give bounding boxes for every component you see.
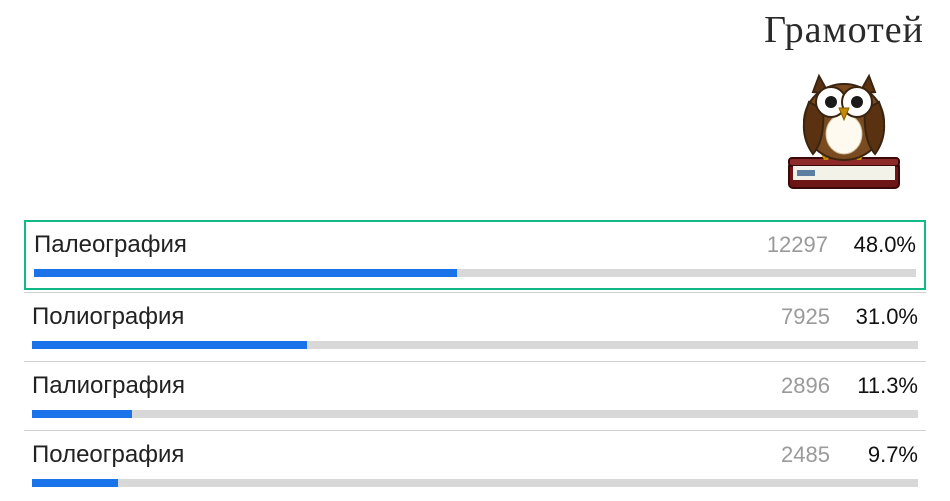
option-label: Палеография: [34, 231, 758, 259]
progress-track: [32, 479, 918, 487]
progress-fill: [32, 410, 132, 418]
option-percent: 11.3%: [848, 373, 918, 399]
owl-on-book-icon: [779, 52, 909, 192]
option-label: Полеография: [32, 441, 760, 469]
progress-track: [34, 269, 916, 277]
option-count: 2485: [760, 442, 830, 468]
option-percent: 31.0%: [848, 304, 918, 330]
poll-option[interactable]: Палеография12297 48.0%: [24, 220, 926, 290]
option-label: Полиография: [32, 303, 760, 331]
option-count: 7925: [760, 304, 830, 330]
option-percent: 9.7%: [848, 442, 918, 468]
poll-option[interactable]: Палиография2896 11.3%: [24, 361, 926, 430]
progress-fill: [34, 269, 457, 277]
option-label: Палиография: [32, 372, 760, 400]
app-logo: Грамотей: [744, 8, 944, 192]
progress-fill: [32, 479, 118, 487]
progress-fill: [32, 341, 307, 349]
option-count: 12297: [758, 232, 828, 258]
option-count: 2896: [760, 373, 830, 399]
option-percent: 48.0%: [846, 232, 916, 258]
progress-track: [32, 341, 918, 349]
poll-results: Палеография12297 48.0% Полиография7925 31.0…: [24, 220, 926, 499]
poll-option[interactable]: Полеография2485 9.7%: [24, 430, 926, 499]
poll-option[interactable]: Полиография7925 31.0%: [24, 292, 926, 361]
progress-track: [32, 410, 918, 418]
app-title: Грамотей: [744, 8, 944, 52]
